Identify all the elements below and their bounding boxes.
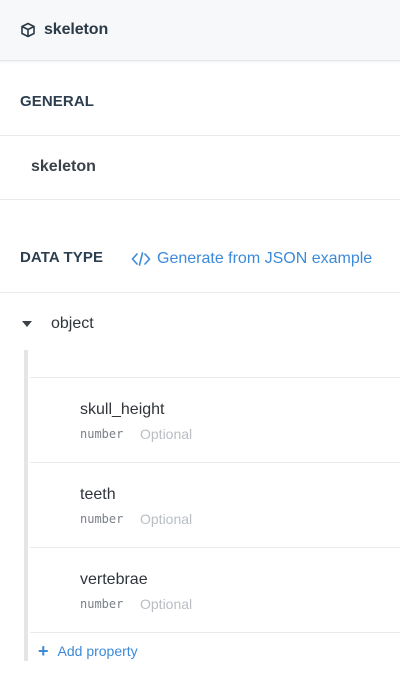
divider (30, 632, 400, 633)
generate-link-label: Generate from JSON example (157, 250, 373, 267)
root-type-label: object (51, 315, 94, 332)
page-title: skeleton (44, 21, 109, 38)
property-optional-badge: Optional (140, 426, 193, 442)
property-name: vertebrae (80, 571, 148, 588)
generate-from-json-link[interactable]: Generate from JSON example (131, 250, 372, 268)
property-type: number (80, 597, 124, 611)
property-name: skull_height (80, 401, 165, 418)
add-property-button[interactable]: + Add property (38, 641, 138, 661)
object-type-toggle[interactable]: object (20, 315, 94, 333)
add-property-label: Add property (57, 643, 138, 659)
header-bar: skeleton (0, 0, 400, 61)
divider (0, 292, 400, 293)
code-icon (131, 251, 151, 267)
tree-indent-line (24, 350, 28, 661)
property-optional-badge: Optional (140, 511, 193, 527)
data-type-section-heading: DATA TYPE (20, 249, 104, 266)
property-row[interactable]: teeth number Optional (30, 462, 400, 547)
divider (0, 199, 400, 200)
property-type: number (80, 427, 124, 441)
property-name: teeth (80, 486, 116, 503)
plus-icon: + (38, 641, 49, 661)
model-name-value[interactable]: skeleton (31, 158, 96, 176)
cube-icon (20, 22, 36, 38)
property-optional-badge: Optional (140, 596, 193, 612)
property-row[interactable]: vertebrae number Optional (30, 547, 400, 632)
property-row[interactable]: skull_height number Optional (30, 377, 400, 462)
divider (0, 135, 400, 136)
property-type: number (80, 512, 124, 526)
general-section-heading: GENERAL (20, 93, 95, 110)
caret-down-icon (22, 321, 32, 327)
